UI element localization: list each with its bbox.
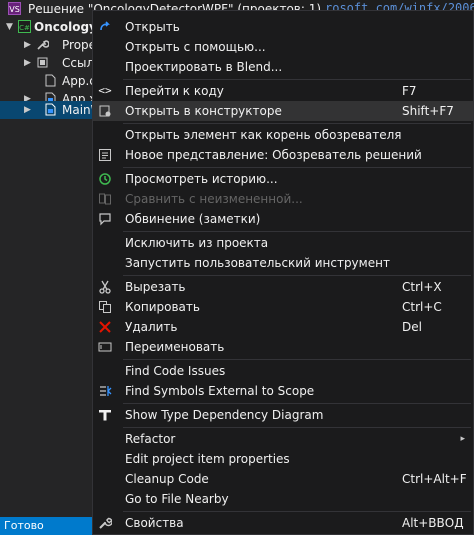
tree-item-label: App.c <box>62 74 96 88</box>
tree-item-properties[interactable]: ▶ Prope <box>0 36 100 54</box>
new-view-icon <box>97 147 113 163</box>
menu-item-rename[interactable]: Переименовать <box>93 337 473 357</box>
menu-item-view-history[interactable]: Просмотреть историю... <box>93 169 473 189</box>
compare-icon <box>97 191 113 207</box>
menu-item-edit-properties[interactable]: Edit project item properties <box>93 449 473 469</box>
solution-root-row[interactable]: VS Решение "OncologyDetectorWPF" (проект… <box>0 0 321 18</box>
menu-separator <box>123 123 471 124</box>
menu-separator <box>123 275 471 276</box>
menu-item-open[interactable]: Открыть <box>93 17 473 37</box>
svg-text:C#: C# <box>19 24 30 32</box>
menu-item-view-designer[interactable]: Открыть в конструкторе Shift+F7 <box>93 101 473 121</box>
menu-item-properties[interactable]: Свойства Alt+ВВОД <box>93 513 473 533</box>
collapse-arrow-icon[interactable]: ▼ <box>6 18 13 36</box>
config-file-icon <box>44 74 57 87</box>
menu-separator <box>123 359 471 360</box>
context-menu: Открыть Открыть с помощью... Проектирова… <box>92 10 474 535</box>
wrench-icon <box>36 38 50 51</box>
menu-separator <box>123 167 471 168</box>
wrench-icon <box>97 515 113 531</box>
designer-icon <box>97 103 113 119</box>
menu-item-view-code[interactable]: <> Перейти к коду F7 <box>93 81 473 101</box>
tree-item-label: Prope <box>62 38 97 52</box>
symbols-icon <box>97 383 113 399</box>
status-bar: Готово <box>0 517 100 535</box>
csharp-project-icon: C# <box>18 20 31 33</box>
xaml-file-icon <box>44 103 57 116</box>
menu-item-type-dependency-diagram[interactable]: Show Type Dependency Diagram <box>93 405 473 425</box>
menu-item-copy[interactable]: Копировать Ctrl+C <box>93 297 473 317</box>
expand-arrow-icon[interactable]: ▶ <box>24 101 31 119</box>
menu-item-open-with[interactable]: Открыть с помощью... <box>93 37 473 57</box>
delete-x-icon <box>97 319 113 335</box>
tree-item-project[interactable]: ▼ C# OncologyD <box>0 18 107 36</box>
copy-icon <box>97 299 113 315</box>
menu-item-design-in-blend[interactable]: Проектировать в Blend... <box>93 57 473 77</box>
tree-item-mainwindow[interactable]: ▶ MainW <box>0 101 103 119</box>
menu-item-find-code-issues[interactable]: Find Code Issues <box>93 361 473 381</box>
rename-icon <box>97 339 113 355</box>
menu-item-refactor[interactable]: Refactor ▸ <box>93 429 473 449</box>
menu-separator <box>123 403 471 404</box>
menu-item-run-custom-tool[interactable]: Запустить пользовательский инструмент <box>93 253 473 273</box>
menu-item-compare-unmodified[interactable]: Сравнить с неизмененной... <box>93 189 473 209</box>
annotate-icon <box>97 211 113 227</box>
tree-item-app-config[interactable]: App.c <box>0 72 100 90</box>
menu-item-exclude-from-project[interactable]: Исключить из проекта <box>93 233 473 253</box>
solution-icon: VS <box>8 2 21 15</box>
scissors-icon <box>97 279 113 295</box>
references-icon <box>36 56 49 69</box>
submenu-arrow-icon: ▸ <box>460 434 465 444</box>
expand-arrow-icon[interactable]: ▶ <box>24 54 31 72</box>
tree-item-references[interactable]: ▶ Ссылк <box>0 54 101 72</box>
menu-separator <box>123 231 471 232</box>
menu-item-go-to-file-nearby[interactable]: Go to File Nearby <box>93 489 473 509</box>
menu-separator <box>123 511 471 512</box>
diagram-icon <box>97 407 113 423</box>
menu-item-scope-to-this[interactable]: Открыть элемент как корень обозревателя <box>93 125 473 145</box>
menu-item-find-symbols-external[interactable]: Find Symbols External to Scope <box>93 381 473 401</box>
menu-item-cut[interactable]: Вырезать Ctrl+X <box>93 277 473 297</box>
menu-separator <box>123 427 471 428</box>
menu-item-cleanup-code[interactable]: Cleanup Code Ctrl+Alt+F <box>93 469 473 489</box>
open-arrow-icon <box>97 19 113 35</box>
menu-separator <box>123 79 471 80</box>
menu-item-delete[interactable]: Удалить Del <box>93 317 473 337</box>
history-icon <box>97 171 113 187</box>
svg-text:VS: VS <box>9 5 20 14</box>
code-icon: <> <box>98 84 112 97</box>
expand-arrow-icon[interactable]: ▶ <box>24 36 31 54</box>
solution-explorer: VS Решение "OncologyDetectorWPF" (проект… <box>0 0 321 517</box>
menu-item-annotate[interactable]: Обвинение (заметки) <box>93 209 473 229</box>
menu-item-new-solution-view[interactable]: Новое представление: Обозреватель решени… <box>93 145 473 165</box>
